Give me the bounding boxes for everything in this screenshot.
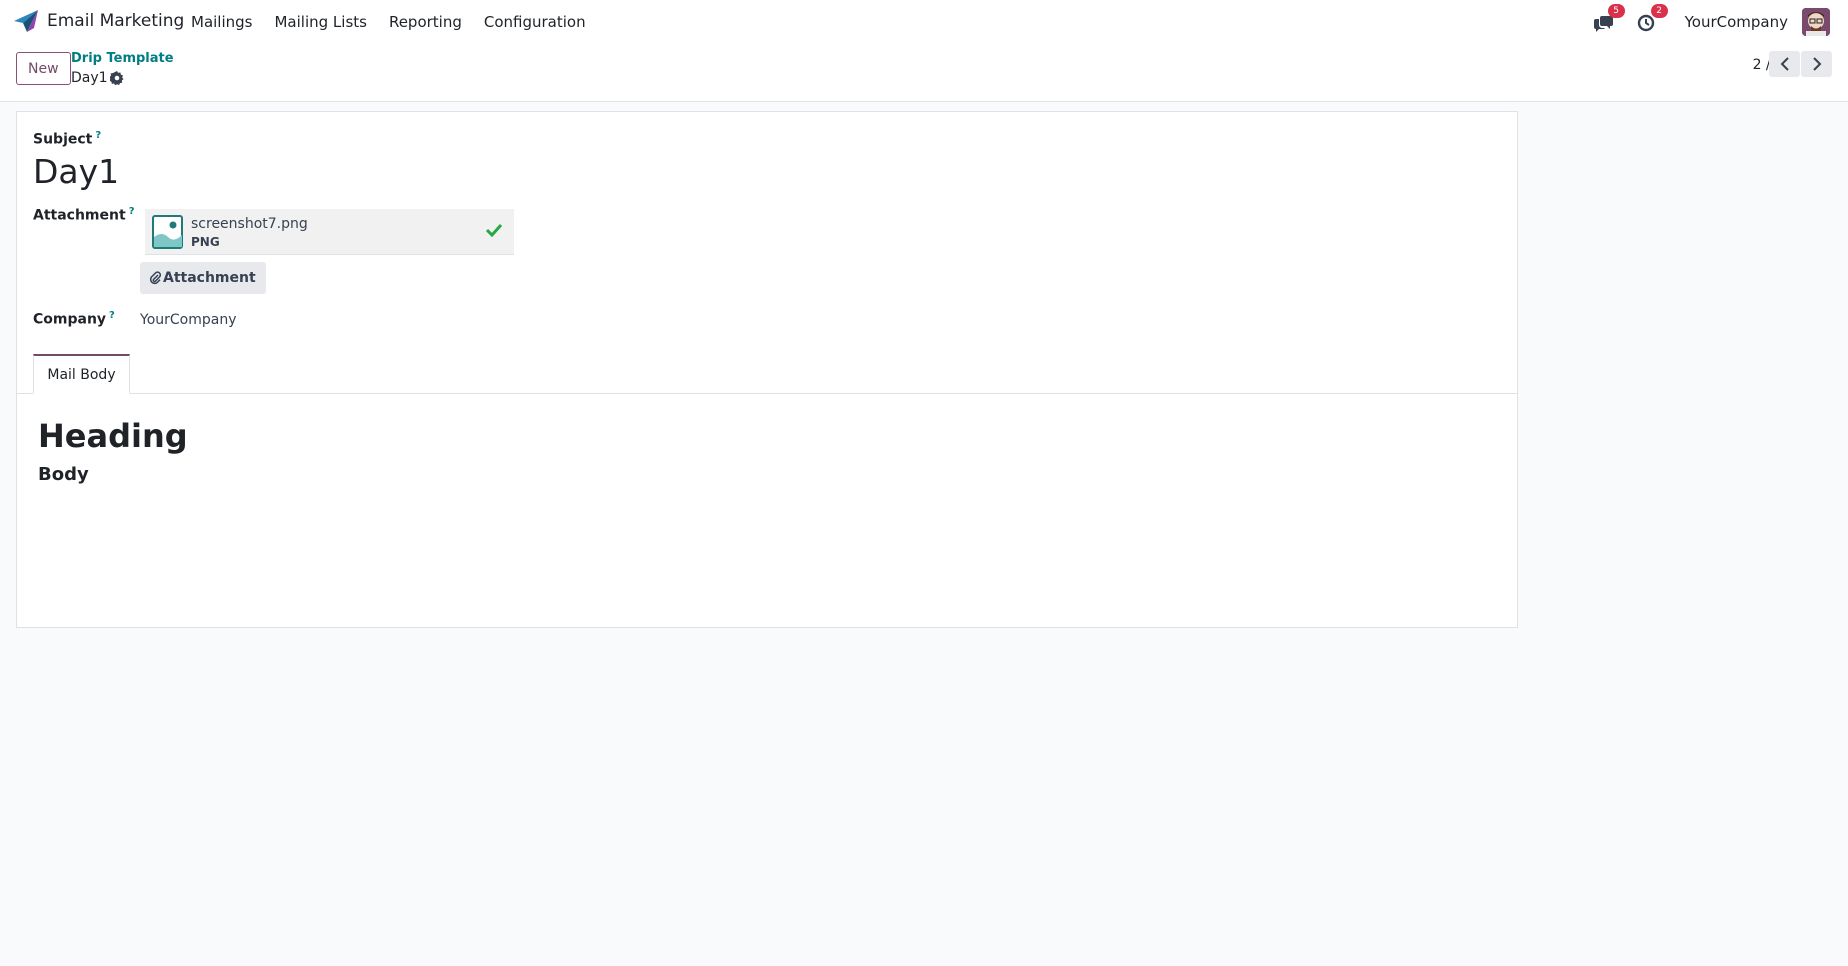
attachment-card[interactable]: screenshot7.png PNG — [145, 209, 514, 255]
company-label-text: Company — [33, 311, 107, 328]
messages-button[interactable]: 5 — [1593, 3, 1625, 34]
image-file-icon — [152, 215, 183, 249]
company-field[interactable]: YourCompany — [140, 312, 237, 328]
new-button[interactable]: New — [16, 52, 71, 85]
top-navbar: Email Marketing Mailings Mailing Lists R… — [0, 0, 1848, 43]
clock-icon — [1637, 14, 1654, 31]
email-marketing-app-icon[interactable] — [14, 10, 38, 32]
attachment-label: Attachment? — [33, 206, 135, 224]
menu-item-mailings[interactable]: Mailings — [191, 13, 252, 31]
check-icon — [486, 223, 502, 237]
menu-item-mailing-lists[interactable]: Mailing Lists — [274, 13, 366, 31]
pager-next-button[interactable] — [1801, 51, 1832, 77]
user-avatar[interactable] — [1802, 7, 1830, 36]
attachment-file-type: PNG — [191, 235, 220, 249]
company-switcher[interactable]: YourCompany — [1685, 13, 1788, 31]
subject-label-text: Subject — [33, 131, 93, 148]
activities-count-badge: 2 — [1650, 3, 1668, 18]
breadcrumb-current-record: Day1 — [71, 70, 108, 86]
paperclip-icon — [150, 271, 161, 285]
menu-item-configuration[interactable]: Configuration — [484, 13, 586, 31]
company-label: Company? — [33, 310, 115, 328]
form-sheet: Subject? Day1 Attachment? screenshot7.pn… — [16, 111, 1518, 628]
breadcrumb-drip-template[interactable]: Drip Template — [71, 51, 174, 66]
app-name[interactable]: Email Marketing — [47, 11, 184, 31]
mail-body-heading[interactable]: Heading — [38, 417, 188, 455]
chevron-left-icon — [1780, 57, 1789, 71]
systray: 5 2 YourCompany — [1593, 0, 1848, 43]
subject-field[interactable]: Day1 — [33, 152, 119, 191]
attachment-help-tooltip[interactable]: ? — [129, 206, 135, 217]
user-avatar-image — [1802, 7, 1830, 36]
subject-help-tooltip[interactable]: ? — [95, 130, 101, 141]
attachment-label-text: Attachment — [33, 207, 126, 224]
activities-button[interactable]: 2 — [1637, 3, 1668, 34]
tab-mail-body[interactable]: Mail Body — [33, 354, 130, 394]
menu-item-reporting[interactable]: Reporting — [389, 13, 462, 31]
subject-label: Subject? — [33, 130, 101, 148]
chevron-right-icon — [1812, 57, 1821, 71]
gear-icon[interactable] — [110, 71, 124, 85]
attachment-file-name[interactable]: screenshot7.png — [191, 216, 308, 232]
control-panel: New Drip Template Day1 2 / 2 — [0, 43, 1848, 102]
add-attachment-button[interactable]: Attachment — [140, 262, 266, 294]
company-help-tooltip[interactable]: ? — [109, 310, 115, 321]
messages-count-badge: 5 — [1607, 3, 1625, 18]
main-menu: Mailings Mailing Lists Reporting Configu… — [191, 0, 608, 43]
add-attachment-label: Attachment — [163, 270, 256, 286]
pager-previous-button[interactable] — [1769, 51, 1800, 77]
notebook-tabs: Mail Body — [17, 354, 1517, 394]
mail-body-text[interactable]: Body — [38, 464, 89, 485]
